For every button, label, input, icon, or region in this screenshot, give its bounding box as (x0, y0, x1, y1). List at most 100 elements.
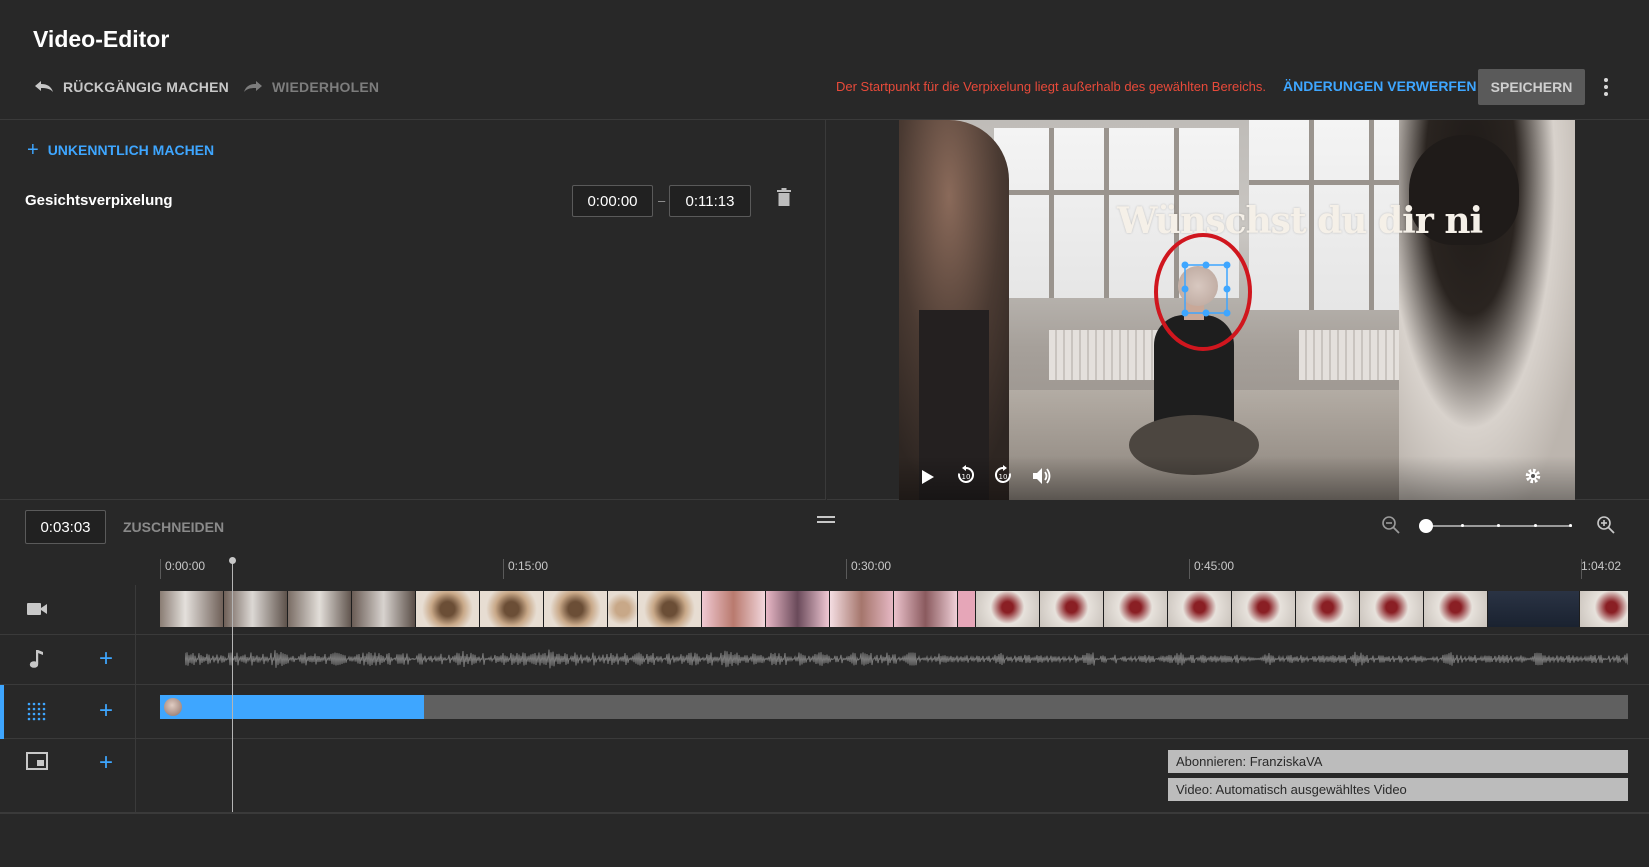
add-blur-button[interactable]: + UNKENNTLICH MACHEN (27, 139, 215, 161)
video-thumbnail (958, 591, 976, 627)
ruler-label: 1:04:02 (1581, 559, 1622, 573)
replay-10-button[interactable]: 10 (956, 465, 976, 490)
video-track-icon-wrap (26, 601, 48, 622)
blur-face-thumbnail (164, 698, 182, 716)
video-thumbnail (1104, 591, 1168, 627)
more-vert-icon (1604, 78, 1608, 82)
radiator-decor (1299, 330, 1409, 380)
zoom-out-icon (1382, 516, 1400, 534)
more-options-button[interactable] (1598, 74, 1614, 100)
time-range-separator: – (658, 193, 666, 208)
play-icon (922, 470, 934, 484)
video-thumbnail-strip[interactable] (160, 591, 1628, 627)
add-blur-track-button[interactable]: + (99, 699, 113, 723)
blur-effect-label: Gesichtsverpixelung (25, 192, 173, 209)
forward-10-button[interactable]: 10 (993, 465, 1013, 490)
editor-header: Video-Editor RÜCKGÄNGIG MACHEN WIEDERHOL… (0, 0, 1649, 120)
warning-message: Der Startpunkt für die Verpixelung liegt… (836, 79, 1266, 94)
endscreen-subscribe-element[interactable]: Abonnieren: FranziskaVA (1168, 750, 1628, 773)
video-thumbnail (1580, 591, 1628, 627)
volume-button[interactable] (1032, 467, 1052, 490)
panel-resize-handle[interactable] (817, 516, 835, 526)
video-thumbnail (1424, 591, 1488, 627)
zoom-slider[interactable] (1419, 519, 1572, 533)
video-thumbnail (976, 591, 1040, 627)
gear-icon (1525, 468, 1541, 484)
timeline-ruler[interactable]: 0:00:00 0:15:00 0:30:00 0:45:00 1:04:02 (136, 555, 1649, 585)
blur-segment[interactable] (160, 695, 425, 719)
video-preview-area: Wünschst du dir ni 10 10 (827, 120, 1649, 500)
blur-icon (27, 702, 46, 721)
video-thumbnail (894, 591, 958, 627)
delete-blur-button[interactable] (777, 188, 791, 211)
video-thumbnail (160, 591, 224, 627)
blur-track-icon-wrap (26, 701, 46, 726)
add-endscreen-button[interactable]: + (99, 751, 113, 775)
zoom-slider-knob[interactable] (1419, 519, 1433, 533)
add-audio-button[interactable]: + (99, 647, 113, 671)
volume-icon (1033, 468, 1051, 484)
video-player[interactable]: Wünschst du dir ni 10 10 (899, 120, 1575, 500)
blur-timeline-bar[interactable] (160, 695, 1628, 719)
player-settings-button[interactable] (1524, 467, 1542, 490)
timeline-toolbar: 0:03:03 ZUSCHNEIDEN (0, 500, 1649, 555)
ruler-label: 0:45:00 (1194, 559, 1235, 573)
add-blur-label: UNKENNTLICH MACHEN (47, 142, 215, 158)
video-thumbnail (1488, 591, 1580, 627)
zoom-in-button[interactable] (1596, 515, 1616, 540)
replay-10-icon: 10 (958, 465, 975, 483)
save-button[interactable]: SPEICHERN (1478, 69, 1585, 105)
playhead-line[interactable] (232, 558, 233, 812)
video-thumbnail (608, 591, 638, 627)
video-thumbnail (288, 591, 352, 627)
track-header-divider (135, 585, 136, 813)
blur-start-time-input[interactable]: 0:00:00 (572, 185, 653, 217)
redo-label: WIEDERHOLEN (272, 79, 380, 95)
video-thumbnail (480, 591, 544, 627)
discard-changes-button[interactable]: ÄNDERUNGEN VERWERFEN (1283, 78, 1476, 94)
video-thumbnail (1168, 591, 1232, 627)
video-thumbnail (544, 591, 608, 627)
video-thumbnail (766, 591, 830, 627)
audio-waveform[interactable] (185, 645, 1628, 673)
video-thumbnail (352, 591, 416, 627)
video-thumbnail (1360, 591, 1424, 627)
trash-icon (777, 188, 791, 206)
redo-button[interactable]: WIEDERHOLEN (242, 76, 379, 98)
ruler-label: 0:30:00 (851, 559, 892, 573)
undo-button[interactable]: RÜCKGÄNGIG MACHEN (33, 76, 229, 98)
page-title: Video-Editor (33, 26, 170, 52)
video-thumbnail (1296, 591, 1360, 627)
trim-button[interactable]: ZUSCHNEIDEN (123, 519, 224, 535)
blur-effects-panel: + UNKENNTLICH MACHEN Gesichtsverpixelung… (0, 120, 826, 500)
player-controls: 10 10 (899, 456, 1575, 500)
current-time-input[interactable]: 0:03:03 (25, 510, 106, 544)
svg-text:10: 10 (999, 473, 1008, 481)
playhead-handle[interactable] (229, 557, 236, 564)
redo-icon (244, 81, 262, 92)
active-track-indicator (0, 685, 4, 739)
blur-end-time-input[interactable]: 0:11:13 (669, 185, 751, 217)
undo-label: RÜCKGÄNGIG MACHEN (63, 79, 229, 95)
play-button[interactable] (921, 469, 935, 490)
zoom-out-button[interactable] (1381, 515, 1401, 540)
video-thumbnail (638, 591, 702, 627)
blur-selection-box[interactable] (1181, 261, 1233, 321)
video-thumbnail (224, 591, 288, 627)
endscreen-track-icon-wrap (26, 752, 48, 775)
endscreen-video-element[interactable]: Video: Automatisch ausgewähltes Video (1168, 778, 1628, 801)
video-thumbnail (1040, 591, 1104, 627)
bottom-spacer (0, 813, 1649, 867)
video-thumbnail (416, 591, 480, 627)
forward-10-icon: 10 (994, 465, 1011, 483)
ruler-label: 0:00:00 (165, 559, 206, 573)
end-screen-icon (26, 752, 48, 770)
zoom-in-icon (1597, 516, 1615, 534)
svg-text:10: 10 (962, 473, 971, 481)
plus-icon: + (27, 139, 39, 161)
videocam-icon (27, 603, 47, 615)
music-note-icon (29, 650, 43, 668)
audio-track-icon-wrap (28, 649, 44, 674)
ruler-label: 0:15:00 (508, 559, 549, 573)
video-thumbnail (830, 591, 894, 627)
